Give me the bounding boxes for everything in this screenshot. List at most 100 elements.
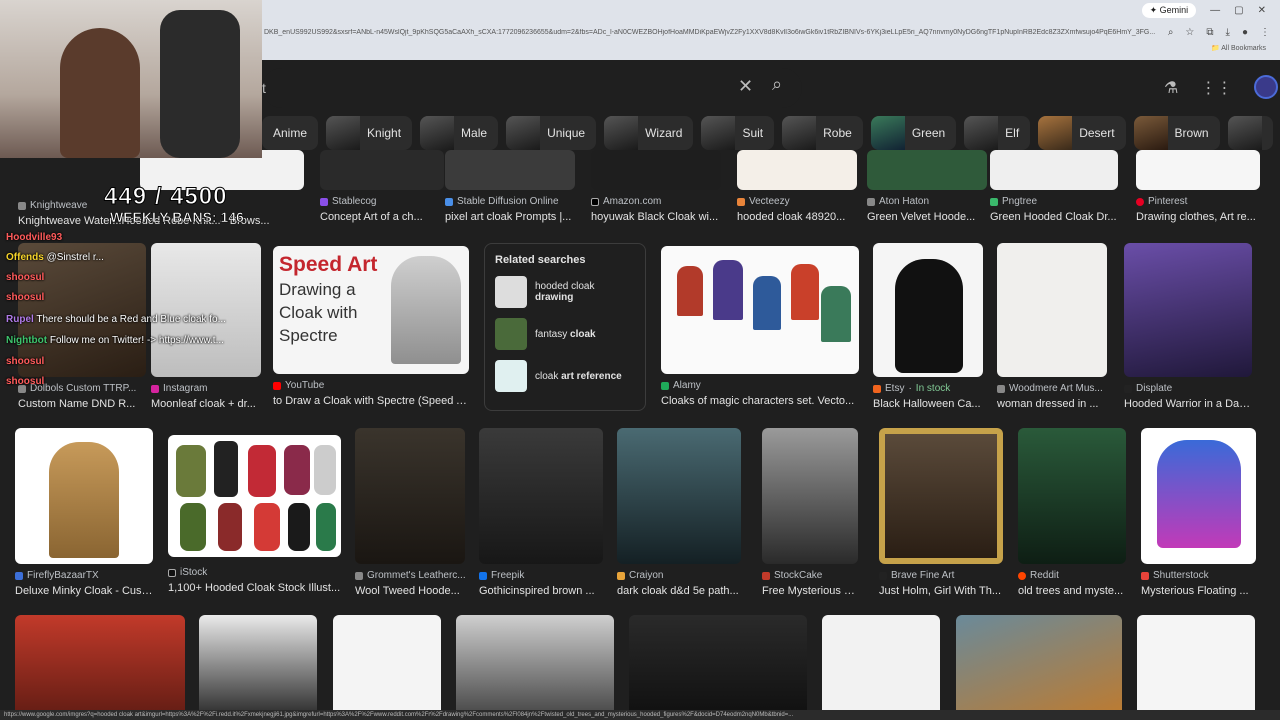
search-query[interactable]: t <box>262 80 266 96</box>
result-image[interactable] <box>15 428 153 564</box>
result-image[interactable] <box>990 150 1118 190</box>
gemini-button[interactable]: ✦ Gemini <box>1141 2 1197 18</box>
result-card[interactable] <box>1137 615 1255 720</box>
result-title[interactable]: 1,100+ Hooded Cloak Stock Illust... <box>168 582 341 594</box>
result-image[interactable] <box>1124 243 1252 377</box>
result-title[interactable]: Black Halloween Ca... <box>873 398 983 410</box>
chip-knight[interactable]: Knight <box>326 116 413 150</box>
result-image[interactable] <box>355 428 465 564</box>
result-title[interactable]: hoyuwak Black Cloak wi... <box>591 211 721 223</box>
result-card[interactable]: Craiyon dark cloak d&d 5e path... <box>617 428 741 597</box>
result-image[interactable] <box>199 615 317 720</box>
result-card[interactable]: Displate Hooded Warrior in a Dark... <box>1124 243 1252 410</box>
result-image[interactable] <box>456 615 614 720</box>
result-card[interactable]: Stablecog Concept Art of a ch... <box>320 150 444 223</box>
result-title[interactable]: Just Holm, Girl With Th... <box>879 585 1003 597</box>
result-image[interactable] <box>956 615 1122 720</box>
result-card[interactable]: Pngtree Green Hooded Cloak Dr... <box>990 150 1118 223</box>
result-card[interactable]: Dolbols Custom TTRP... Custom Name DND R… <box>18 243 146 410</box>
chip-anime[interactable]: Anime <box>262 116 319 150</box>
maximize-icon[interactable]: ▢ <box>1234 5 1243 16</box>
chip-desert[interactable]: Desert <box>1038 116 1126 150</box>
result-title[interactable]: Deluxe Minky Cloak - Cust... <box>15 585 153 597</box>
chip-male[interactable]: Male <box>420 116 499 150</box>
result-title[interactable]: Moonleaf cloak + dr... <box>151 398 261 410</box>
related-item[interactable]: hooded cloak drawing <box>495 276 635 308</box>
result-image[interactable] <box>320 150 444 190</box>
result-image[interactable] <box>997 243 1107 377</box>
menu-icon[interactable]: ⋮ <box>1260 27 1270 38</box>
result-card[interactable]: Amazon.com hoyuwak Black Cloak wi... <box>591 150 721 223</box>
bookmark-star-icon[interactable]: ☆ <box>1185 27 1194 38</box>
result-title[interactable]: Custom Name DND R... <box>18 398 146 410</box>
result-image[interactable] <box>629 615 807 720</box>
clear-icon[interactable]: ✕ <box>738 76 753 97</box>
result-card[interactable]: Alamy Cloaks of magic characters set. Ve… <box>661 246 859 407</box>
result-card[interactable]: Shutterstock Mysterious Floating ... <box>1141 428 1256 597</box>
result-title[interactable]: Green Velvet Hoode... <box>867 211 987 223</box>
result-card[interactable]: Freepik Gothicinspired brown ... <box>479 428 603 597</box>
result-image[interactable] <box>1137 615 1255 720</box>
result-card[interactable]: Woodmere Art Mus... woman dressed in ... <box>997 243 1107 410</box>
extensions-icon[interactable]: ⧉ <box>1206 27 1213 38</box>
chip-suit[interactable]: Suit <box>701 116 775 150</box>
result-card[interactable] <box>629 615 807 720</box>
chip-green[interactable]: Green <box>870 116 957 150</box>
result-title[interactable]: Gothicinspired brown ... <box>479 585 603 597</box>
result-title[interactable]: dark cloak d&d 5e path... <box>617 585 741 597</box>
result-card[interactable] <box>333 615 441 720</box>
result-card[interactable]: Instagram Moonleaf cloak + dr... <box>151 243 261 410</box>
result-image[interactable] <box>333 615 441 720</box>
result-title[interactable]: Free Mysterious Ho... <box>762 585 858 597</box>
result-card[interactable]: FireflyBazaarTX Deluxe Minky Cloak - Cus… <box>15 428 153 597</box>
related-item[interactable]: fantasy cloak <box>495 318 635 350</box>
result-title[interactable]: Concept Art of a ch... <box>320 211 444 223</box>
result-image[interactable] <box>15 615 185 720</box>
result-image[interactable] <box>151 243 261 377</box>
result-title[interactable]: Green Hooded Cloak Dr... <box>990 211 1118 223</box>
result-image[interactable] <box>168 435 341 557</box>
avatar[interactable] <box>1254 75 1279 99</box>
close-window-icon[interactable]: ✕ <box>1258 5 1266 16</box>
result-card[interactable]: Reddit old trees and myste... <box>1018 428 1126 597</box>
all-bookmarks[interactable]: 📁 All Bookmarks <box>1211 44 1266 52</box>
chip-brown[interactable]: Brown <box>1133 116 1220 150</box>
result-card[interactable]: Stable Diffusion Online pixel art cloak … <box>445 150 575 223</box>
chip-elf[interactable]: Elf <box>964 116 1031 150</box>
result-image[interactable] <box>661 246 859 374</box>
minimize-icon[interactable]: — <box>1210 5 1220 16</box>
result-card[interactable]: Vecteezy hooded cloak 48920... <box>737 150 857 223</box>
result-image[interactable]: Speed Art Drawing a Cloak with Spectre <box>273 246 469 374</box>
result-image[interactable] <box>762 428 858 564</box>
url-text[interactable]: DKB_enUS992US992&sxsrf=ANbL-n45WslQjt_9p… <box>262 29 1158 36</box>
result-image[interactable] <box>1136 150 1260 190</box>
search-icon[interactable]: ⌕ <box>772 74 782 95</box>
result-card[interactable]: Etsy · In stock Black Halloween Ca... <box>873 243 983 410</box>
result-card[interactable]: Speed Art Drawing a Cloak with Spectre Y… <box>273 246 469 407</box>
result-image[interactable] <box>18 243 146 377</box>
zoom-icon[interactable]: ⌕ <box>1168 27 1174 38</box>
result-image[interactable] <box>445 150 575 190</box>
result-card[interactable]: Pinterest Drawing clothes, Art re... <box>1136 150 1260 223</box>
result-card[interactable]: Aton Haton Green Velvet Hoode... <box>867 150 987 223</box>
download-icon[interactable]: ⤓ <box>1226 27 1230 38</box>
result-card[interactable]: StockCake Free Mysterious Ho... <box>762 428 858 597</box>
result-title[interactable]: hooded cloak 48920... <box>737 211 857 223</box>
result-image[interactable] <box>822 615 940 720</box>
result-title[interactable]: Cloaks of magic characters set. Vecto... <box>661 395 859 407</box>
result-title[interactable]: Hooded Warrior in a Dark... <box>1124 398 1252 410</box>
result-title[interactable]: Mysterious Floating ... <box>1141 585 1256 597</box>
search-input[interactable]: t ✕ ⌕ <box>262 68 802 108</box>
result-card[interactable] <box>956 615 1122 720</box>
result-image[interactable] <box>1141 428 1256 564</box>
result-image[interactable] <box>867 150 987 190</box>
chip-unique[interactable]: Unique <box>506 116 597 150</box>
result-title[interactable]: Wool Tweed Hoode... <box>355 585 465 597</box>
apps-grid-icon[interactable]: ⋮⋮ <box>1200 78 1232 99</box>
result-card[interactable]: Grommet's Leatherc... Wool Tweed Hoode..… <box>355 428 465 597</box>
result-title[interactable]: to Draw a Cloak with Spectre (Speed A... <box>273 395 469 407</box>
chip-wizard[interactable]: Wizard <box>604 116 694 150</box>
result-card[interactable] <box>199 615 317 720</box>
result-title[interactable]: Drawing clothes, Art re... <box>1136 211 1260 223</box>
chip-robe[interactable]: Robe <box>782 116 863 150</box>
